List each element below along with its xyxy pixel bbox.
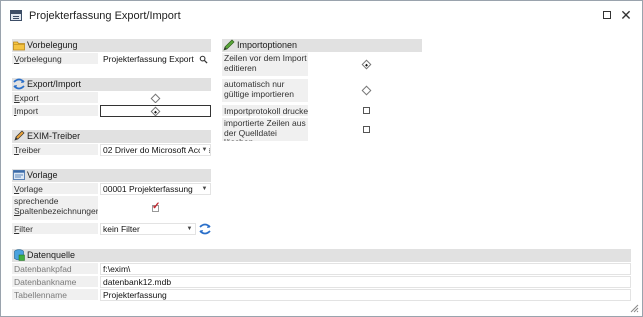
protokoll-label: Importprotokoll drucken — [222, 105, 308, 117]
filter-value: kein Filter — [103, 224, 140, 234]
vorlage-label: Vorlage — [12, 183, 98, 195]
folder-icon — [13, 41, 25, 51]
window-title: Projekterfassung Export/Import — [29, 10, 181, 22]
automatisch-option[interactable] — [310, 79, 422, 103]
section-header-vorbelegung: Vorbelegung — [12, 39, 211, 52]
section-header-exim-treiber: EXIM-Treiber — [12, 130, 211, 143]
vorbelegung-value: Projekterfassung Export — [103, 54, 194, 64]
loeschen-checkbox[interactable] — [363, 126, 370, 133]
protokoll-checkbox[interactable] — [363, 107, 370, 114]
resize-grip-icon[interactable] — [629, 303, 639, 313]
protokoll-option[interactable] — [310, 105, 422, 117]
vorlage-value: 00001 Projekterfassung — [103, 184, 193, 194]
chevron-down-icon[interactable]: ▼ — [185, 225, 194, 233]
section-title-export-import: Export/Import — [27, 79, 82, 89]
vorlage-dropdown[interactable]: 00001 Projekterfassung ▼ — [100, 183, 211, 195]
vorbelegung-label: Vorbelegung — [12, 53, 98, 65]
import-option[interactable] — [100, 105, 211, 117]
close-icon: ✕ — [620, 7, 632, 23]
export-label: Export — [12, 92, 98, 104]
zeilen-editieren-radio[interactable] — [361, 59, 372, 70]
zeilen-editieren-label: Zeilen vor dem Import editieren — [222, 53, 308, 77]
treiber-label: Treiber — [12, 144, 98, 156]
export-option[interactable] — [100, 92, 211, 104]
sprechende-label: sprechende Spaltenbezeichnungen — [12, 196, 98, 221]
section-header-importoptionen: Importoptionen — [222, 39, 422, 52]
transfer-icon — [13, 78, 25, 90]
export-import-window: Projekterfassung Export/Import ✕ Vorbele… — [0, 0, 643, 317]
pencil-icon — [223, 39, 235, 51]
section-header-datenquelle: Datenquelle — [12, 249, 631, 262]
import-label: Import — [12, 105, 98, 117]
section-title-vorlage: Vorlage — [27, 170, 58, 180]
treiber-dropdown[interactable]: 02 Driver do Microsoft Access ▼ — [100, 144, 211, 156]
section-title-vorbelegung: Vorbelegung — [27, 40, 78, 50]
import-radio[interactable] — [150, 106, 161, 116]
maximize-button[interactable] — [599, 7, 615, 23]
filter-label: Filter — [12, 223, 98, 235]
tabellenname-field[interactable]: Projekterfassung — [100, 289, 631, 301]
datenbankpfad-field[interactable]: f:\exim\ — [100, 263, 631, 275]
window-app-icon — [10, 10, 22, 21]
datenbankname-label: Datenbankname — [12, 276, 98, 288]
filter-refresh-icon[interactable] — [199, 223, 211, 235]
filter-dropdown[interactable]: kein Filter ▼ — [100, 223, 196, 235]
close-button[interactable]: ✕ — [618, 7, 634, 23]
title-bar: Projekterfassung Export/Import ✕ — [1, 1, 642, 31]
section-header-export-import: Export/Import — [12, 78, 211, 91]
export-radio[interactable] — [150, 93, 161, 103]
datenbankpfad-label: Datenbankpfad — [12, 263, 98, 275]
treiber-value: 02 Driver do Microsoft Access — [103, 145, 211, 155]
automatisch-radio[interactable] — [361, 85, 372, 96]
sprechende-option[interactable]: ✓ — [100, 196, 211, 221]
pen-icon — [14, 130, 25, 141]
section-title-importoptionen: Importoptionen — [237, 40, 298, 50]
loeschen-label: importierte Zeilen aus der Quelldatei lö… — [222, 118, 308, 142]
tabellenname-label: Tabellenname — [12, 289, 98, 301]
section-title-datenquelle: Datenquelle — [27, 250, 76, 260]
vorbelegung-field[interactable]: Projekterfassung Export — [100, 53, 211, 65]
datenbankname-field[interactable]: datenbank12.mdb — [100, 276, 631, 288]
zeilen-editieren-option[interactable] — [310, 53, 422, 77]
automatisch-label: automatisch nur gültige importieren — [222, 79, 308, 103]
section-title-exim-treiber: EXIM-Treiber — [27, 131, 81, 141]
section-header-vorlage: Vorlage — [12, 169, 211, 182]
chevron-down-icon[interactable]: ▼ — [200, 185, 209, 193]
chevron-down-icon[interactable]: ▼ — [200, 146, 209, 154]
form-icon — [13, 170, 25, 180]
maximize-icon — [603, 11, 611, 19]
checkmark-icon: ✓ — [152, 201, 161, 212]
search-icon[interactable] — [199, 55, 208, 64]
database-icon — [14, 249, 25, 261]
loeschen-option[interactable] — [310, 118, 422, 142]
